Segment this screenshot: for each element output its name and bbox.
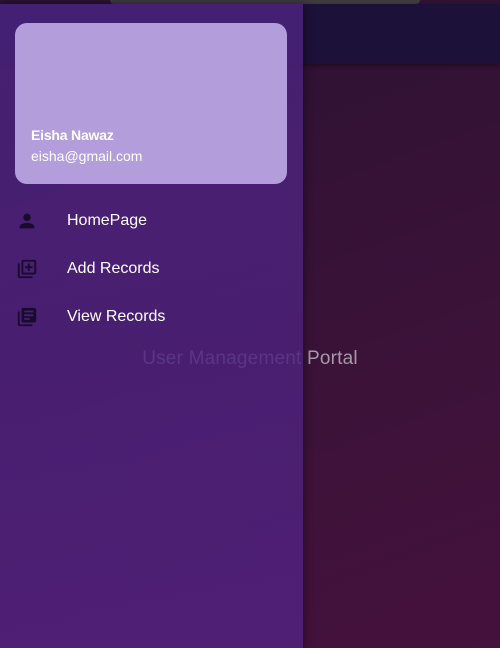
app-screen: User Management Portal Eisha Nawaz eisha… <box>0 0 500 648</box>
navigation-drawer: Eisha Nawaz eisha@gmail.com HomePage Add… <box>0 4 303 648</box>
person-icon <box>16 210 38 232</box>
drawer-item-add-records[interactable]: Add Records <box>0 245 303 293</box>
library-books-icon <box>16 306 38 328</box>
drawer-item-label: HomePage <box>67 212 148 229</box>
account-header: Eisha Nawaz eisha@gmail.com <box>15 23 287 184</box>
drawer-item-homepage[interactable]: HomePage <box>0 197 303 245</box>
library-add-icon <box>16 258 38 280</box>
drawer-item-label: View Records <box>67 308 166 325</box>
account-email: eisha@gmail.com <box>31 148 143 164</box>
drawer-item-view-records[interactable]: View Records <box>0 293 303 341</box>
drawer-item-label: Add Records <box>67 260 160 277</box>
account-name: Eisha Nawaz <box>31 127 114 143</box>
